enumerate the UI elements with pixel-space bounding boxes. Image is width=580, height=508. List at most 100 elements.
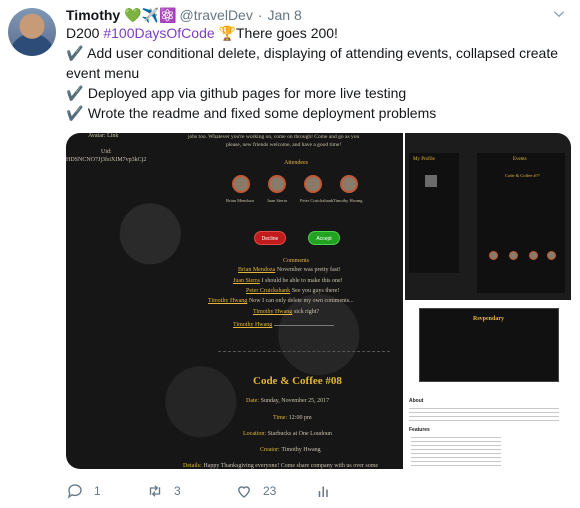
comment-text: I should be able to make this one! (261, 278, 343, 284)
tweet-item-3-text: Wrote the readme and fixed some deployme… (87, 105, 437, 121)
separator-dot: · (257, 7, 263, 23)
attendee-name: Brian Mendoza (226, 198, 254, 203)
attendee-avatar[interactable] (268, 175, 286, 193)
tweet-text: D200 #100DaysOfCode 🏆There goes 200! ✔️ … (66, 23, 566, 123)
attendee-avatar (509, 251, 518, 260)
event-time-row: Time: 12:00 pm (273, 415, 312, 421)
tweet-media[interactable]: Avatar: Link Uid: HDSNCNO7Jj3fsiXIM7vp3k… (66, 133, 571, 469)
check-icon: ✔️ (66, 105, 84, 121)
event-intro-2: please, new friends welcome, and have a … (226, 142, 342, 148)
event-mini-title: Code & Coffee #?? (505, 173, 540, 178)
creator-label: Creator: (260, 447, 280, 453)
event-location-row: Location: Starbucks at One Loudoun (243, 431, 332, 437)
author-name-emoji: 💚✈️⚛️ (124, 6, 177, 23)
comments-heading: Comments (283, 258, 310, 264)
tweet-date[interactable]: Jan 8 (268, 7, 302, 23)
features-list (411, 434, 501, 466)
attendee-avatar (529, 251, 538, 260)
events-heading: Events (513, 157, 527, 162)
uid-label: Uid: (101, 149, 112, 155)
retweet-count: 3 (174, 484, 181, 498)
chevron-down-icon[interactable] (552, 7, 566, 21)
avatar-line: Avatar: Link (88, 133, 119, 139)
media-image-readme[interactable]: Rsvpendary About Features (405, 302, 571, 469)
comment-author[interactable]: Peter Cruickshank (246, 288, 290, 294)
comment-author[interactable]: Brian Mendoza (238, 267, 275, 273)
profile-heading: My Profile (413, 157, 435, 162)
reply-count: 1 (94, 484, 101, 498)
details-label: Details: (183, 463, 202, 469)
attendee-avatar[interactable] (232, 175, 250, 193)
analytics-icon[interactable] (315, 482, 333, 500)
time-label: Time: (273, 415, 288, 421)
comment-text: November was pretty fast! (276, 267, 341, 273)
comment-input-row[interactable]: Timothy Hwang (233, 322, 334, 328)
comment-row: Timothy Hwang Now I can only delete my o… (208, 298, 354, 304)
media-image-profile[interactable]: My Profile Events Code & Coffee #?? (405, 133, 571, 300)
decline-button[interactable]: Decline (254, 231, 286, 245)
like-count: 23 (263, 484, 277, 498)
about-text (409, 405, 559, 421)
event-intro: jobs too. Whatever you're working on, co… (188, 134, 360, 140)
attendee-avatar (547, 251, 556, 260)
author-avatar[interactable] (8, 8, 56, 56)
tweet-line-1: D200 #100DaysOfCode 🏆There goes 200! (66, 23, 566, 43)
tweet-item-1: ✔️ Add user conditional delete, displayi… (66, 43, 566, 83)
event-title: Code & Coffee #08 (253, 375, 342, 387)
event-creator: Timothy Hwang (281, 447, 321, 453)
profile-card (409, 153, 459, 273)
uid-value: HDSNCNO7Jj3fsiXIM7vp3kCj2 (66, 157, 147, 163)
comment-author[interactable]: Timothy Hwang (208, 298, 247, 304)
features-heading: Features (409, 427, 430, 433)
comment-text: sick right? (293, 309, 320, 315)
tweet-header: Timothy 💚✈️⚛️ @travelDev · Jan 8 (66, 5, 570, 25)
event-date-row: Date: Sunday, November 25, 2017 (246, 398, 329, 404)
comment-row: Brian Mendoza November was pretty fast! (238, 267, 341, 273)
tweet-line1-suffix: 🏆There goes 200! (214, 25, 338, 41)
attendee-avatar[interactable] (340, 175, 358, 193)
comment-row: Peter Cruickshank See you guys there! (246, 288, 339, 294)
tweet-item-3: ✔️ Wrote the readme and fixed some deplo… (66, 103, 566, 123)
tweet-item-1-text: Add user conditional delete, displaying … (66, 45, 558, 81)
like-action[interactable]: 23 (235, 482, 315, 500)
tweet-actions: 1 3 23 (66, 480, 333, 502)
retweet-icon[interactable] (146, 482, 164, 500)
location-label: Location: (243, 431, 266, 437)
date-label: Date: (246, 398, 259, 404)
analytics-action[interactable] (315, 482, 333, 500)
media-image-main[interactable]: Avatar: Link Uid: HDSNCNO7Jj3fsiXIM7vp3k… (66, 133, 403, 469)
comment-author[interactable]: Timothy Hwang (233, 322, 272, 328)
attendee-name: Peter Cruickshank (300, 198, 334, 203)
event-date: Sunday, November 25, 2017 (260, 398, 330, 404)
divider (218, 351, 390, 352)
app-title: Rsvpendary (473, 316, 505, 322)
author-handle[interactable]: @travelDev (180, 7, 253, 23)
attendee-avatar[interactable] (304, 175, 322, 193)
comment-text: See you guys there! (291, 288, 340, 294)
comment-author[interactable]: Juan Sierra (233, 278, 260, 284)
event-location: Starbucks at One Loudoun (267, 431, 332, 437)
reply-icon[interactable] (66, 482, 84, 500)
attendee-avatar (489, 251, 498, 260)
event-time: 12:00 pm (288, 415, 312, 421)
check-icon: ✔️ (66, 85, 84, 101)
check-icon: ✔️ (66, 45, 84, 61)
author-name[interactable]: Timothy (66, 7, 120, 23)
reply-action[interactable]: 1 (66, 482, 146, 500)
hashtag-link[interactable]: #100DaysOfCode (103, 25, 214, 41)
event-creator-row: Creator: Timothy Hwang (260, 447, 321, 453)
comment-row: Juan Sierra I should be able to make thi… (233, 278, 343, 284)
tweet-line1-prefix: D200 (66, 25, 104, 41)
event-details-row: Details: Happy Thanksgiving everyone! Co… (183, 463, 378, 469)
attendees-heading: Attendees (284, 160, 308, 166)
attendee-name: Juan Sierra (267, 198, 288, 203)
comment-text: Now I can only delete my own comments... (248, 298, 354, 304)
heart-icon[interactable] (235, 482, 253, 500)
comment-input[interactable] (273, 325, 334, 326)
about-heading: About (409, 398, 424, 404)
retweet-action[interactable]: 3 (146, 482, 235, 500)
accept-button[interactable]: Accept (308, 231, 340, 245)
comment-author[interactable]: Timothy Hwang (253, 309, 292, 315)
event-details: Happy Thanksgiving everyone! Come share … (203, 463, 379, 469)
comment-row: Timothy Hwang sick right? (253, 309, 319, 315)
